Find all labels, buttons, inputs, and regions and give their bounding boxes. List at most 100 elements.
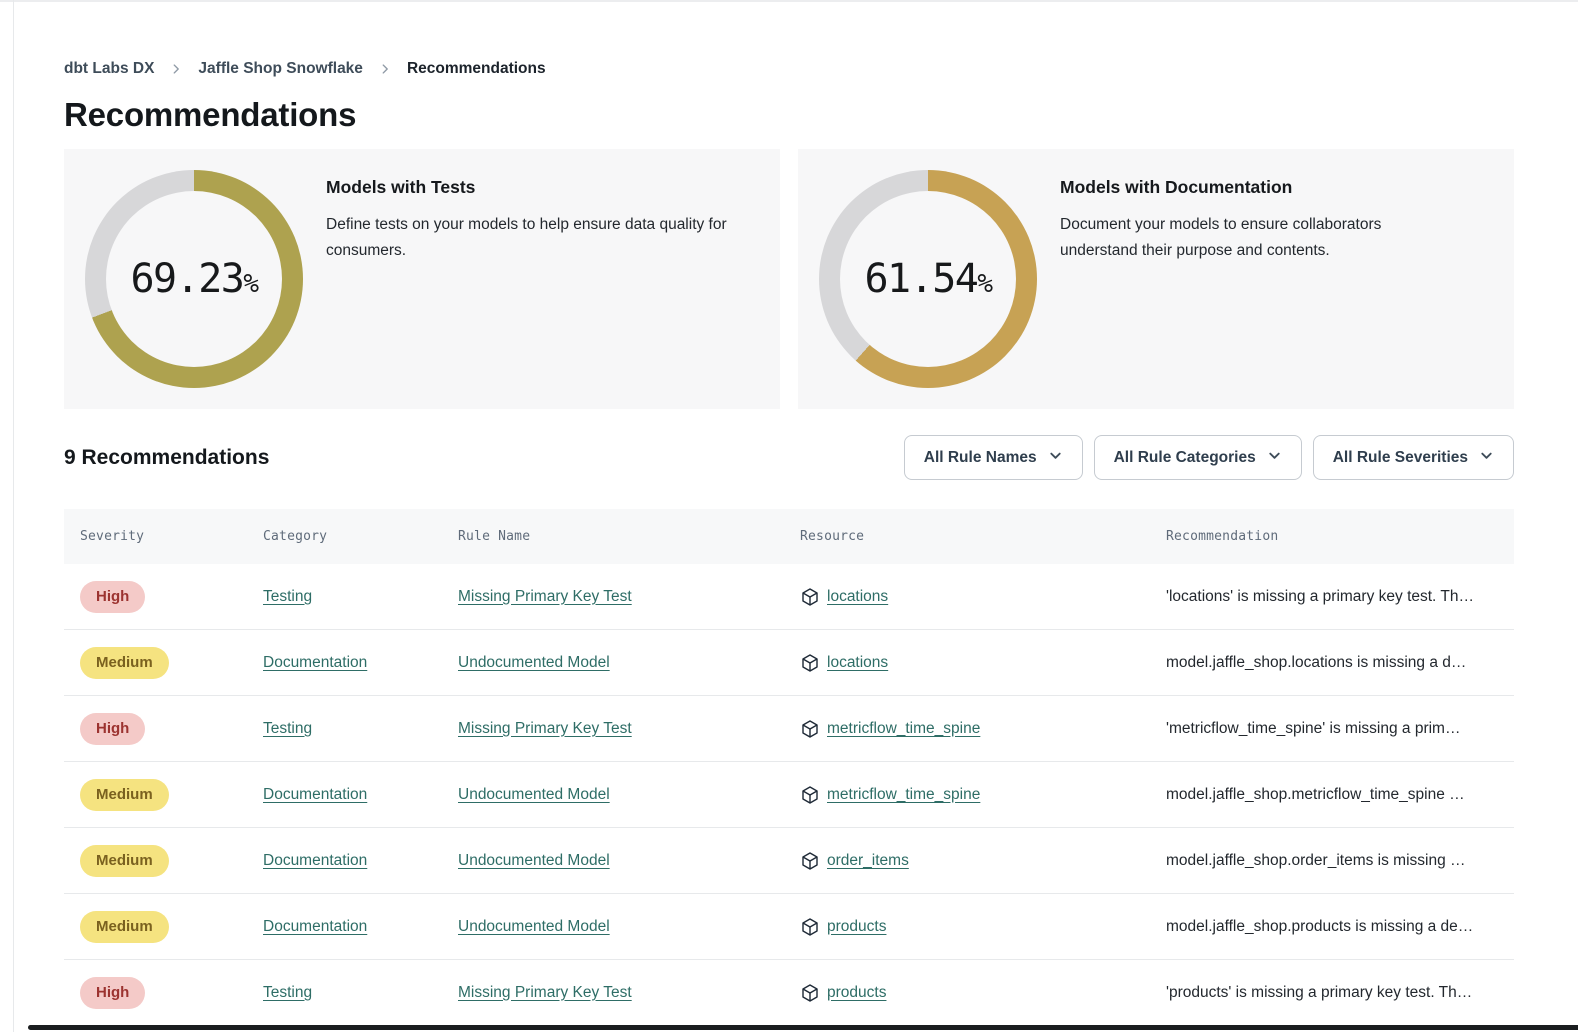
recommendation-text: 'locations' is missing a primary key tes… xyxy=(1166,588,1514,606)
rule-name-link[interactable]: Undocumented Model xyxy=(458,786,610,803)
severity-cell: Medium xyxy=(64,779,263,811)
category-link[interactable]: Testing xyxy=(263,588,312,605)
tests-percentage: 69.23% xyxy=(130,256,257,302)
breadcrumb-item-current: Recommendations xyxy=(407,60,546,78)
model-cube-icon xyxy=(800,785,820,805)
model-cube-icon xyxy=(800,653,820,673)
resource-cell: order_items xyxy=(800,851,1166,871)
resource-cell: metricflow_time_spine xyxy=(800,719,1166,739)
rule-name-cell: Missing Primary Key Test xyxy=(458,720,800,738)
resource-link[interactable]: products xyxy=(827,984,886,1002)
table-row: Medium Documentation Undocumented Model … xyxy=(64,828,1514,894)
column-header-resource: Resource xyxy=(800,529,1166,544)
rule-name-cell: Undocumented Model xyxy=(458,918,800,936)
model-cube-icon xyxy=(800,719,820,739)
window-left-border xyxy=(13,0,14,1032)
card-text: Models with Tests Define tests on your m… xyxy=(326,170,759,388)
category-cell: Testing xyxy=(263,720,458,738)
window-top-border xyxy=(0,0,1578,2)
category-link[interactable]: Testing xyxy=(263,720,312,737)
column-header-severity: Severity xyxy=(64,529,263,544)
resource-cell: locations xyxy=(800,587,1166,607)
recommendation-text: 'metricflow_time_spine' is missing a pri… xyxy=(1166,720,1514,738)
metric-cards: 69.23% Models with Tests Define tests on… xyxy=(64,149,1514,409)
rule-categories-filter-dropdown[interactable]: All Rule Categories xyxy=(1094,435,1302,480)
category-link[interactable]: Documentation xyxy=(263,654,367,671)
category-link[interactable]: Documentation xyxy=(263,786,367,803)
breadcrumb-item-account[interactable]: dbt Labs DX xyxy=(64,60,154,78)
rule-name-cell: Undocumented Model xyxy=(458,654,800,672)
category-link[interactable]: Testing xyxy=(263,984,312,1001)
resource-cell: products xyxy=(800,917,1166,937)
resource-link[interactable]: locations xyxy=(827,654,888,672)
rule-severities-filter-dropdown[interactable]: All Rule Severities xyxy=(1313,435,1514,480)
table-row: Medium Documentation Undocumented Model … xyxy=(64,894,1514,960)
resource-cell: metricflow_time_spine xyxy=(800,785,1166,805)
rule-name-link[interactable]: Undocumented Model xyxy=(458,852,610,869)
model-cube-icon xyxy=(800,851,820,871)
chevron-right-icon xyxy=(169,62,183,76)
column-header-rule-name: Rule Name xyxy=(458,529,800,544)
rule-name-link[interactable]: Missing Primary Key Test xyxy=(458,588,632,605)
chevron-down-icon xyxy=(1267,448,1282,468)
rule-name-link[interactable]: Missing Primary Key Test xyxy=(458,984,632,1001)
severity-cell: High xyxy=(64,977,263,1009)
category-link[interactable]: Documentation xyxy=(263,918,367,935)
resource-link[interactable]: order_items xyxy=(827,852,909,870)
severity-cell: High xyxy=(64,581,263,613)
rule-name-cell: Undocumented Model xyxy=(458,786,800,804)
documentation-percentage: 61.54% xyxy=(864,256,991,302)
documentation-donut-chart: 61.54% xyxy=(819,170,1037,388)
recommendations-table: Severity Category Rule Name Resource Rec… xyxy=(64,509,1514,1026)
chevron-down-icon xyxy=(1048,448,1063,468)
severity-badge: Medium xyxy=(80,647,169,679)
resource-link[interactable]: products xyxy=(827,918,886,936)
severity-badge: High xyxy=(80,713,145,745)
category-link[interactable]: Documentation xyxy=(263,852,367,869)
card-text: Models with Documentation Document your … xyxy=(1060,170,1452,388)
resource-cell: products xyxy=(800,983,1166,1003)
severity-cell: Medium xyxy=(64,647,263,679)
column-header-category: Category xyxy=(263,529,458,544)
severity-badge: Medium xyxy=(80,911,169,943)
resource-link[interactable]: locations xyxy=(827,588,888,606)
bottom-window-edge xyxy=(28,1025,1578,1030)
table-row: Medium Documentation Undocumented Model … xyxy=(64,630,1514,696)
breadcrumb-item-project[interactable]: Jaffle Shop Snowflake xyxy=(198,60,363,78)
table-row: High Testing Missing Primary Key Test lo… xyxy=(64,564,1514,630)
resource-link[interactable]: metricflow_time_spine xyxy=(827,720,980,738)
rule-name-link[interactable]: Missing Primary Key Test xyxy=(458,720,632,737)
filter-buttons: All Rule Names All Rule Categories All R… xyxy=(904,435,1514,480)
table-row: High Testing Missing Primary Key Test pr… xyxy=(64,960,1514,1026)
tests-donut-chart: 69.23% xyxy=(85,170,303,388)
rule-name-cell: Undocumented Model xyxy=(458,852,800,870)
model-cube-icon xyxy=(800,587,820,607)
category-cell: Testing xyxy=(263,588,458,606)
rule-name-link[interactable]: Undocumented Model xyxy=(458,918,610,935)
recommendation-text: model.jaffle_shop.locations is missing a… xyxy=(1166,654,1514,672)
category-cell: Documentation xyxy=(263,918,458,936)
category-cell: Documentation xyxy=(263,786,458,804)
rule-name-link[interactable]: Undocumented Model xyxy=(458,654,610,671)
card-description: Define tests on your models to help ensu… xyxy=(326,212,759,264)
rule-name-cell: Missing Primary Key Test xyxy=(458,588,800,606)
filter-label: All Rule Names xyxy=(924,449,1037,467)
severity-badge: High xyxy=(80,581,145,613)
recommendation-text: model.jaffle_shop.order_items is missing… xyxy=(1166,852,1514,870)
rule-names-filter-dropdown[interactable]: All Rule Names xyxy=(904,435,1083,480)
severity-cell: Medium xyxy=(64,911,263,943)
recommendation-text: model.jaffle_shop.products is missing a … xyxy=(1166,918,1514,936)
table-row: High Testing Missing Primary Key Test me… xyxy=(64,696,1514,762)
recommendation-text: model.jaffle_shop.metricflow_time_spine … xyxy=(1166,786,1514,804)
recommendations-page: dbt Labs DX Jaffle Shop Snowflake Recomm… xyxy=(0,0,1578,1026)
category-cell: Testing xyxy=(263,984,458,1002)
resource-link[interactable]: metricflow_time_spine xyxy=(827,786,980,804)
list-toolbar: 9 Recommendations All Rule Names All Rul… xyxy=(64,435,1514,480)
chevron-right-icon xyxy=(378,62,392,76)
severity-badge: Medium xyxy=(80,779,169,811)
table-body: High Testing Missing Primary Key Test lo… xyxy=(64,564,1514,1026)
models-with-tests-card: 69.23% Models with Tests Define tests on… xyxy=(64,149,780,409)
severity-cell: Medium xyxy=(64,845,263,877)
donut-center: 61.54% xyxy=(840,191,1016,367)
donut-center: 69.23% xyxy=(106,191,282,367)
